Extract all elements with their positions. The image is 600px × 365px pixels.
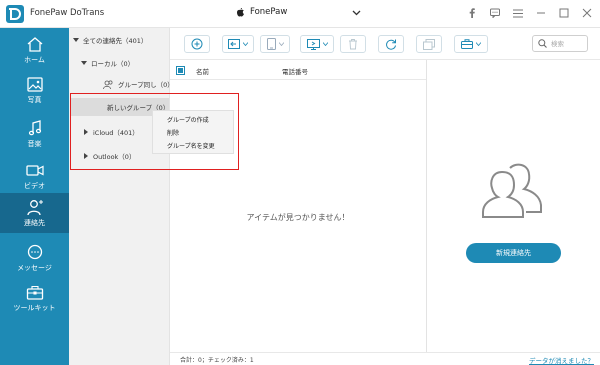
toolbar <box>170 28 600 60</box>
select-all-checkbox[interactable] <box>176 66 185 75</box>
search-box[interactable] <box>532 35 588 52</box>
title-bar: FonePaw DoTrans FonePaw <box>0 0 600 28</box>
sidebar-item-label: ツールキット <box>13 304 56 312</box>
message-icon <box>27 244 42 260</box>
photo-icon <box>26 77 43 92</box>
chevron-down-icon[interactable] <box>352 8 361 17</box>
tree-group-1[interactable]: グループ同し（0） <box>103 79 174 89</box>
refresh-button[interactable] <box>378 35 404 53</box>
chevron-down-icon <box>322 42 328 46</box>
sidebar: ホーム 写真 音楽 ビデオ 連絡先 メッセージ ツールキット <box>0 28 69 365</box>
sidebar-item-label: 音楽 <box>27 140 42 148</box>
contacts-tree: 全ての連絡先（401） ローカル（0） グループ同し（0） 新しいグループ（0）… <box>69 28 174 365</box>
apple-icon <box>237 8 244 17</box>
delete-icon <box>349 39 357 50</box>
export-pc-button[interactable] <box>300 35 334 53</box>
sidebar-item-label: メッセージ <box>17 264 52 272</box>
app-title: FonePaw DoTrans <box>30 8 105 18</box>
menu-icon[interactable] <box>513 8 523 18</box>
copy-button[interactable] <box>416 35 442 53</box>
sidebar-item-video[interactable]: ビデオ <box>0 156 69 196</box>
export-device-button[interactable] <box>260 35 290 53</box>
copy-icon <box>423 38 435 50</box>
chevron-down-icon <box>476 42 481 46</box>
highlight-annotation <box>70 93 239 170</box>
home-icon <box>27 37 42 52</box>
import-button[interactable] <box>222 35 254 53</box>
contacts-icon <box>26 200 43 216</box>
search-icon <box>538 39 547 48</box>
sidebar-item-label: ホーム <box>24 56 45 64</box>
chevron-down-icon <box>243 42 248 46</box>
music-icon <box>28 120 41 136</box>
sidebar-item-photos[interactable]: 写真 <box>0 70 69 110</box>
detail-pane <box>427 60 600 352</box>
add-icon <box>191 38 203 50</box>
minimize-icon[interactable] <box>536 8 546 18</box>
list-header: 名前 電話番号 <box>170 60 426 80</box>
sidebar-item-label: 写真 <box>27 96 42 104</box>
column-name[interactable]: 名前 <box>196 66 209 76</box>
status-text: 合計：0；チェック済み：1 <box>180 357 254 364</box>
device-name: FonePaw <box>250 7 288 17</box>
empty-message: アイテムが見つかりません！ <box>246 213 350 222</box>
contacts-placeholder-icon <box>482 163 542 218</box>
column-phone[interactable]: 電話番号 <box>282 66 308 76</box>
video-icon <box>25 165 44 176</box>
import-icon <box>228 39 240 49</box>
sidebar-item-label: ビデオ <box>24 182 45 190</box>
caret-down-icon <box>73 38 79 42</box>
maximize-icon[interactable] <box>559 8 569 18</box>
tree-local[interactable]: ローカル（0） <box>81 58 134 68</box>
toolbox-button[interactable] <box>454 35 488 53</box>
search-input[interactable] <box>551 39 585 48</box>
add-button[interactable] <box>184 35 210 53</box>
tree-all-contacts[interactable]: 全ての連絡先（401） <box>73 35 147 45</box>
sidebar-item-music[interactable]: 音楽 <box>0 114 69 154</box>
refresh-icon <box>386 39 396 50</box>
toolkit-icon <box>26 285 43 300</box>
data-lost-link[interactable]: データが消えました？ <box>529 355 594 365</box>
tree-group-1-label: グループ同し（0） <box>118 81 174 89</box>
device-selector[interactable]: FonePaw <box>236 7 287 17</box>
new-contact-button[interactable]: 新規連絡先 <box>466 243 561 263</box>
close-icon[interactable] <box>582 8 592 18</box>
group-icon <box>103 80 113 89</box>
caret-down-icon <box>81 61 87 65</box>
feedback-icon[interactable] <box>490 8 500 18</box>
chevron-down-icon <box>278 42 284 46</box>
sidebar-item-label: 連絡先 <box>24 219 45 227</box>
sidebar-item-contacts[interactable]: 連絡先 <box>0 193 69 233</box>
toolbox-icon <box>461 39 473 49</box>
app-logo-icon <box>6 5 24 23</box>
sidebar-item-messages[interactable]: メッセージ <box>0 238 69 278</box>
sidebar-item-home[interactable]: ホーム <box>0 30 69 70</box>
tree-local-label: ローカル（0） <box>91 60 135 68</box>
facebook-icon[interactable] <box>467 8 477 18</box>
export-device-icon <box>266 38 276 50</box>
export-pc-icon <box>306 38 320 50</box>
sidebar-item-toolkit[interactable]: ツールキット <box>0 278 69 318</box>
status-bar: 合計：0；チェック済み：1 データが消えました？ <box>170 352 600 365</box>
delete-button[interactable] <box>340 35 366 53</box>
tree-all-label: 全ての連絡先（401） <box>83 37 148 45</box>
